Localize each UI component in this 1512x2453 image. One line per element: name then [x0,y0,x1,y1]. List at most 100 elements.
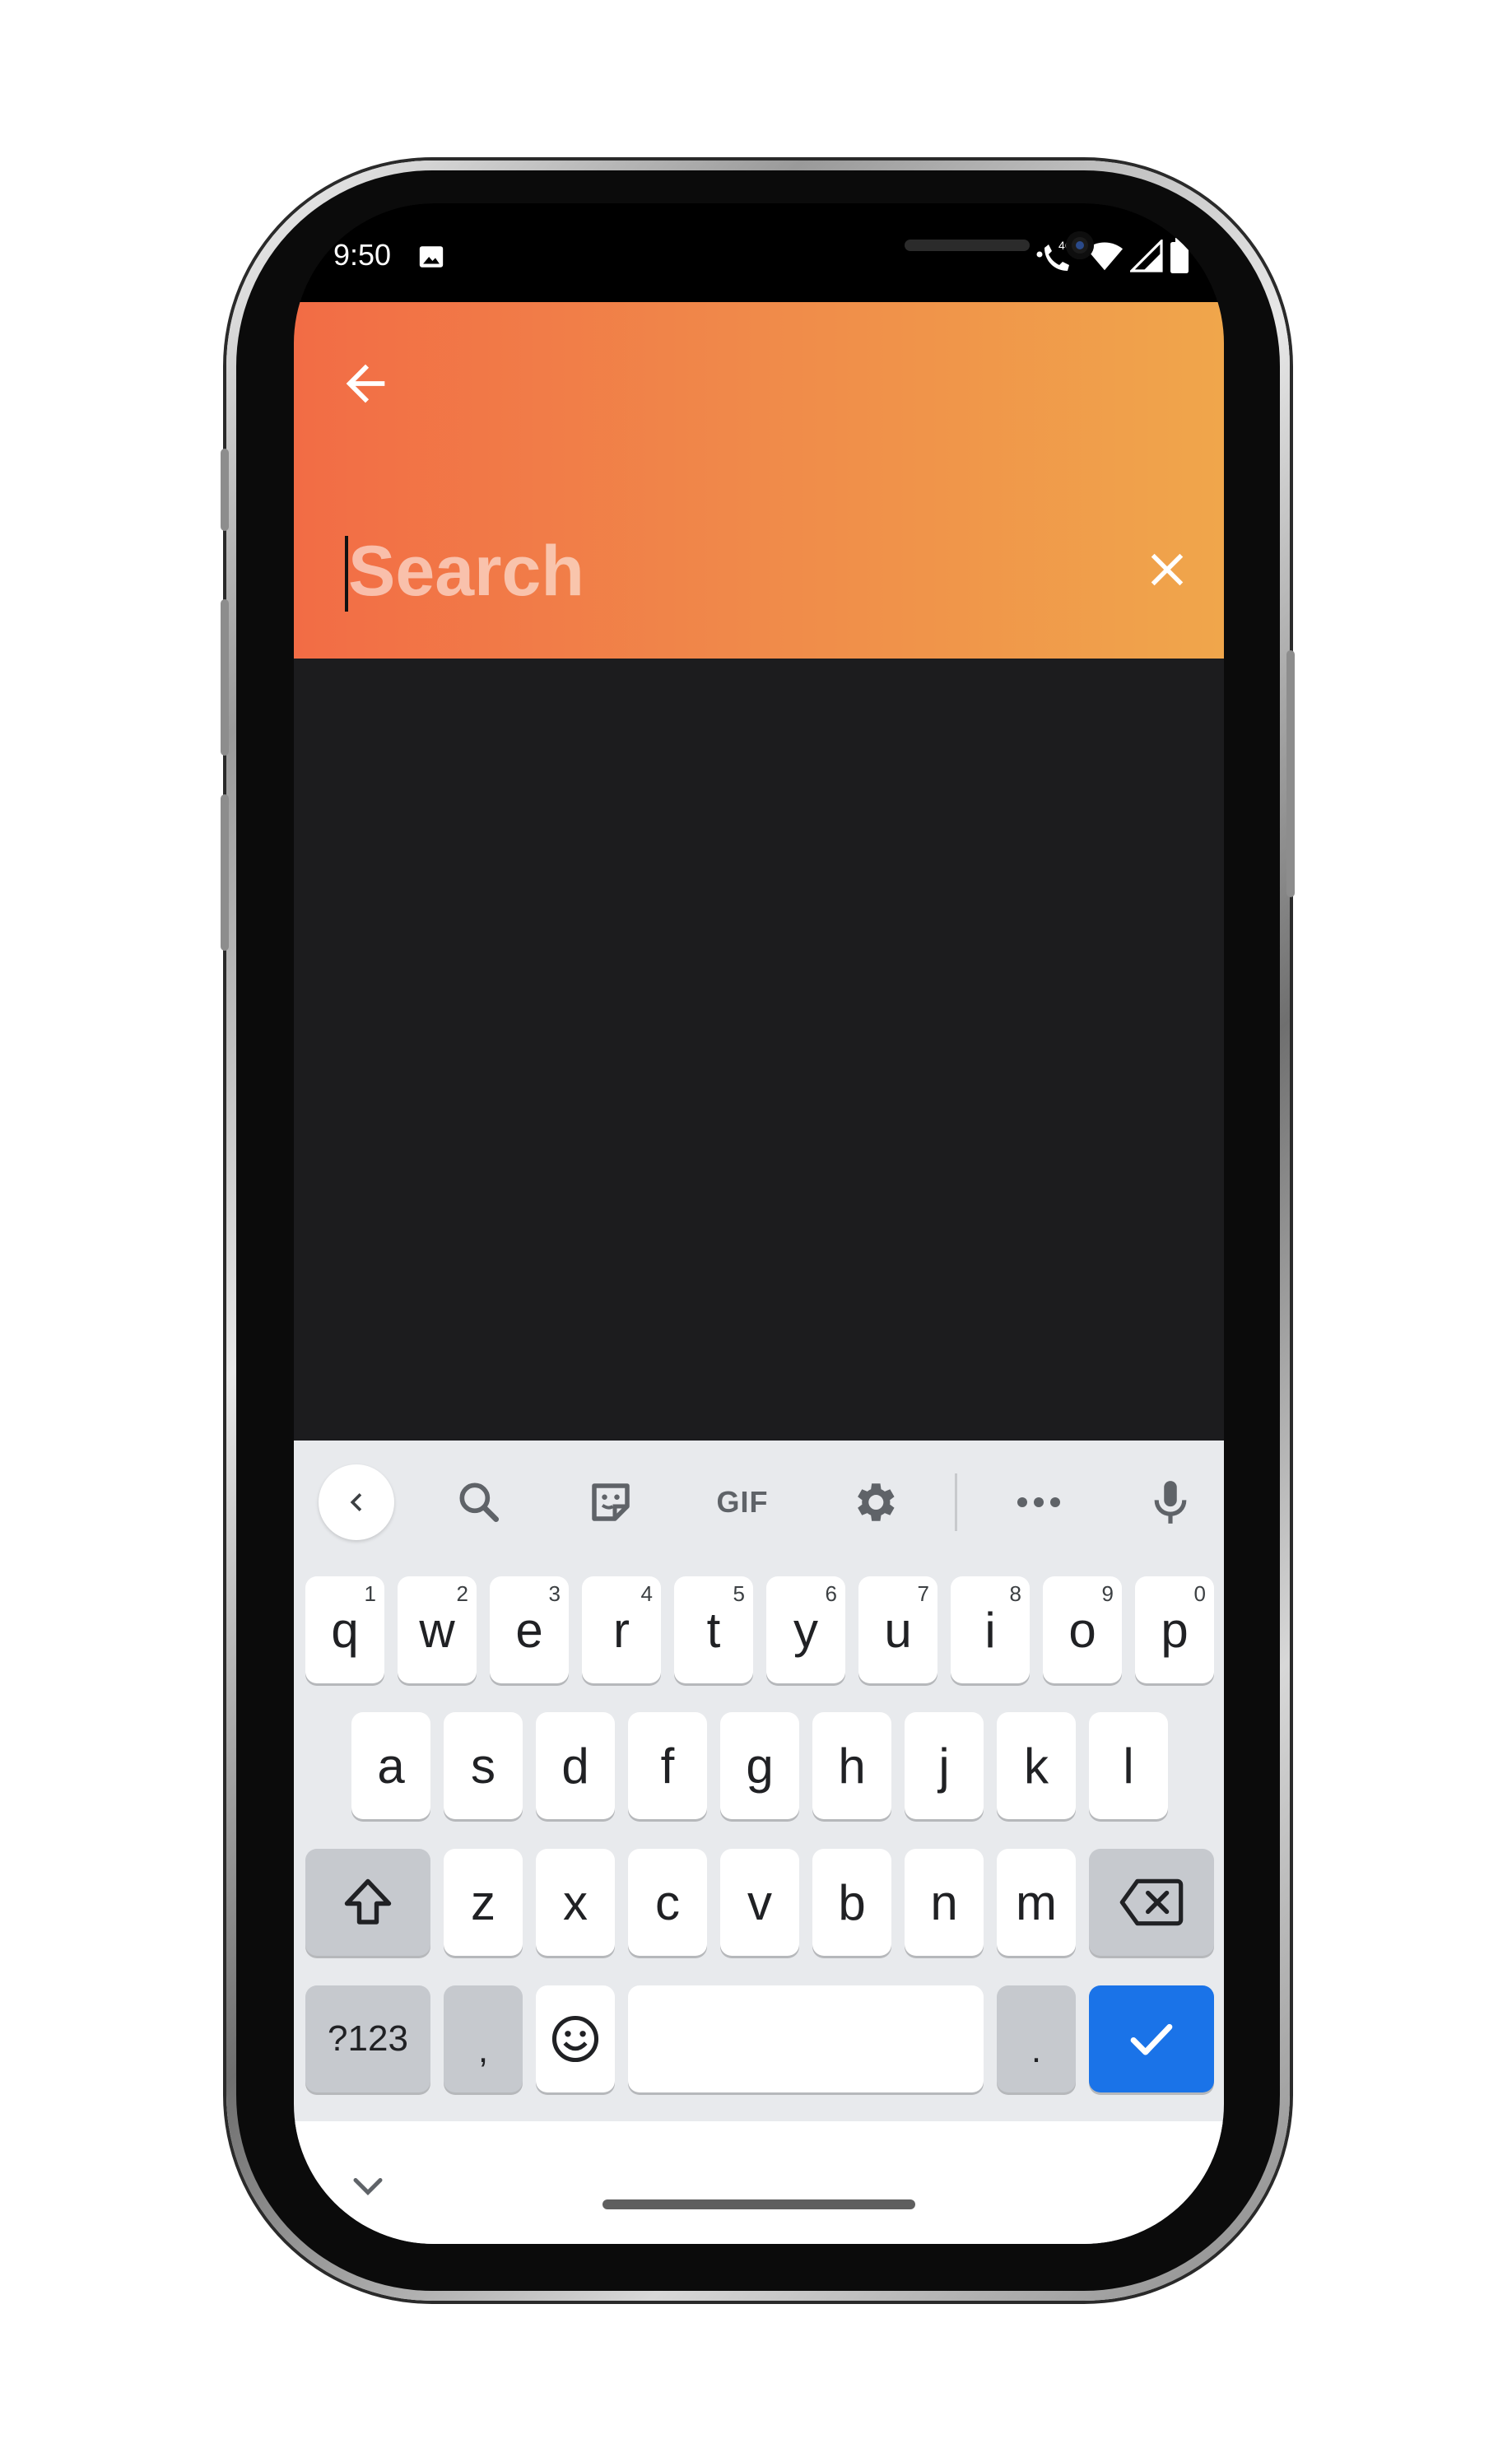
gear-icon [858,1483,895,1521]
chevron-left-icon [350,1493,362,1511]
keyboard-sticker-button[interactable] [574,1465,648,1539]
backspace-key[interactable] [1089,1849,1214,1956]
period-key[interactable]: . [997,1985,1076,2092]
key-label: . [1030,2030,1042,2070]
key-label: k [1024,1738,1049,1794]
more-horizontal-icon [1017,1497,1060,1507]
key-p[interactable]: p0 [1135,1576,1214,1683]
key-q[interactable]: q1 [305,1576,384,1683]
volume-up-button [221,599,229,756]
search-input[interactable] [348,526,1089,617]
key-f[interactable]: f [628,1712,707,1819]
keyboard-search-button[interactable] [442,1465,516,1539]
hide-keyboard-button[interactable] [343,2166,393,2207]
key-label: l [1123,1738,1134,1794]
key-label: f [660,1738,675,1794]
close-icon [1151,553,1184,586]
phone-screen: 9:50 4G [294,203,1224,2244]
key-hint: 4 [640,1581,653,1606]
key-y[interactable]: y6 [766,1576,845,1683]
key-label: v [747,1874,772,1930]
keyboard-toolbar-back-button[interactable] [319,1464,394,1540]
key-s[interactable]: s [444,1712,523,1819]
key-hint: 1 [364,1581,376,1606]
navigation-bar [294,2121,1224,2244]
enter-key[interactable] [1089,1985,1214,2092]
symbols-key[interactable]: ?123 [305,1985,430,2092]
home-indicator[interactable] [602,2199,915,2209]
check-icon [1130,2023,1173,2055]
key-label: o [1068,1602,1096,1658]
sticker-icon [592,1483,630,1521]
key-i[interactable]: i8 [951,1576,1030,1683]
mic-icon [1154,1481,1187,1524]
key-label: y [793,1602,818,1658]
key-label: c [655,1874,680,1930]
comma-key[interactable]: , [444,1985,523,2092]
key-hint: 0 [1193,1581,1206,1606]
key-l[interactable]: l [1089,1712,1168,1819]
space-key[interactable] [628,1985,984,2092]
key-label: u [884,1602,912,1658]
search-icon [459,1483,500,1523]
key-b[interactable]: b [812,1849,891,1956]
key-label: r [613,1602,630,1658]
key-x[interactable]: x [536,1849,615,1956]
arrow-left-icon [346,364,385,403]
key-label: t [706,1602,721,1658]
key-m[interactable]: m [997,1849,1076,1956]
key-n[interactable]: n [905,1849,984,1956]
key-r[interactable]: r4 [582,1576,661,1683]
key-v[interactable]: v [720,1849,799,1956]
clear-search-button[interactable] [1140,542,1194,597]
key-label: z [471,1874,495,1930]
key-t[interactable]: t5 [674,1576,753,1683]
power-button [1286,650,1295,897]
key-label: ?123 [328,2018,408,2059]
search-field[interactable] [345,526,1135,617]
key-g[interactable]: g [720,1712,799,1819]
key-label: i [984,1602,996,1658]
keyboard-more-button[interactable] [1002,1465,1076,1539]
battery-icon [1170,238,1189,273]
key-label: , [477,2030,489,2070]
key-hint: 8 [1009,1581,1021,1606]
key-a[interactable]: a [351,1712,430,1819]
key-e[interactable]: e3 [490,1576,569,1683]
keyboard-toolbar: GIF [294,1441,1224,1564]
shift-key[interactable] [305,1849,430,1956]
earpiece-speaker [905,240,1030,251]
key-label: b [838,1874,866,1930]
key-c[interactable]: c [628,1849,707,1956]
key-u[interactable]: u7 [858,1576,937,1683]
key-label: g [746,1738,774,1794]
keyboard-gif-button[interactable]: GIF [697,1465,788,1539]
key-z[interactable]: z [444,1849,523,1956]
camera-notch [501,203,1094,300]
key-o[interactable]: o9 [1043,1576,1122,1683]
back-button[interactable] [337,355,394,412]
key-label: s [471,1738,495,1794]
key-d[interactable]: d [536,1712,615,1819]
key-k[interactable]: k [997,1712,1076,1819]
key-label: j [938,1738,950,1794]
toolbar-divider [955,1473,957,1531]
key-w[interactable]: w2 [398,1576,477,1683]
backspace-icon [1119,1878,1184,1926]
shift-icon [344,1878,392,1925]
status-icons: 4G [1036,238,1189,274]
key-hint: 5 [733,1581,745,1606]
key-label: d [561,1738,589,1794]
key-hint: 7 [917,1581,929,1606]
emoji-key[interactable] [536,1985,615,2092]
key-hint: 6 [825,1581,837,1606]
front-camera [1066,231,1094,259]
keyboard-voice-button[interactable] [1133,1465,1207,1539]
key-hint: 9 [1101,1581,1114,1606]
emoji-icon [551,2015,599,2063]
key-j[interactable]: j [905,1712,984,1819]
chevron-down-icon [353,2178,383,2196]
key-h[interactable]: h [812,1712,891,1819]
search-results-area [294,659,1224,1441]
keyboard-settings-button[interactable] [837,1465,911,1539]
